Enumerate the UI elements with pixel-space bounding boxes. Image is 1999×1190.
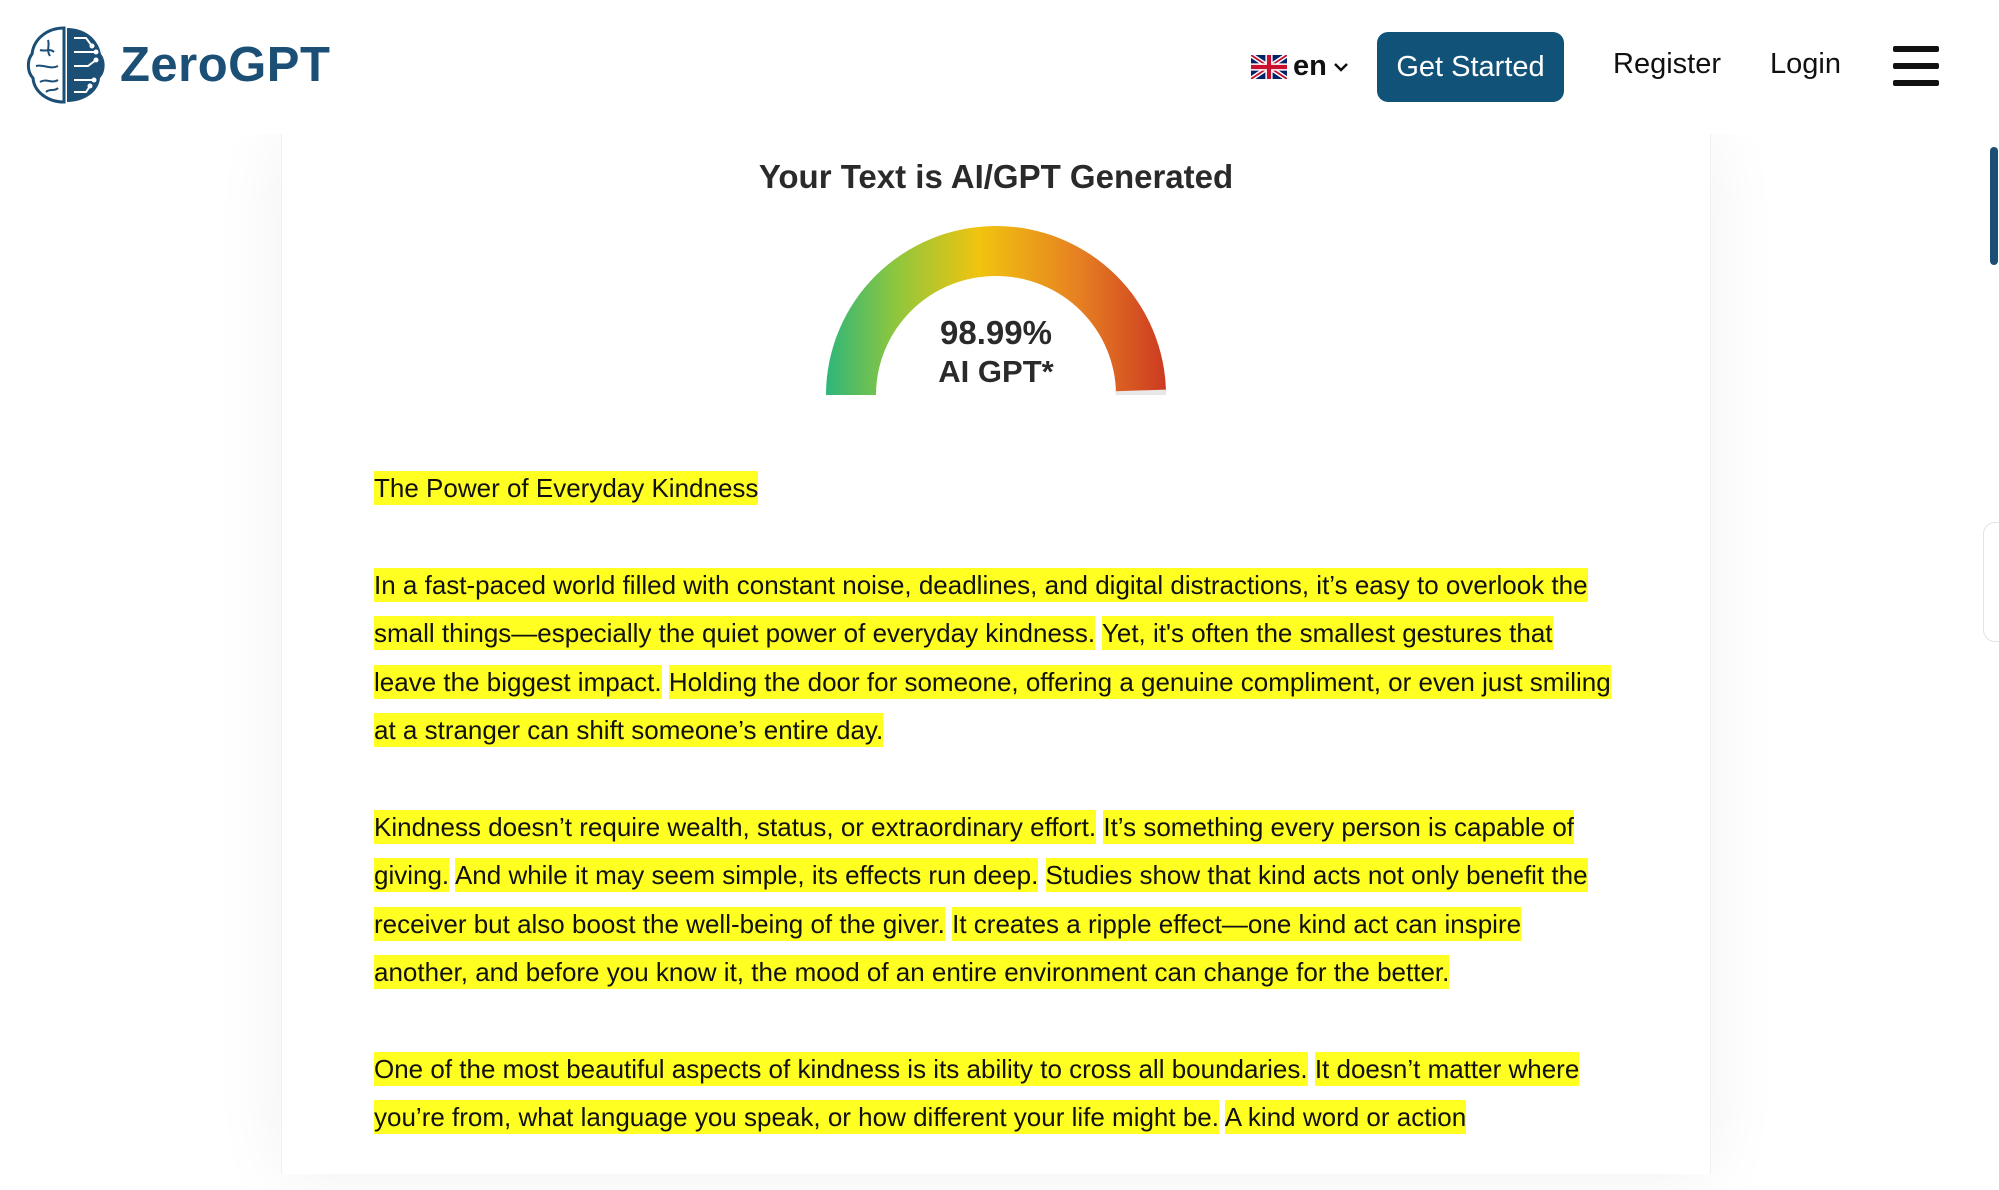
hamburger-menu-icon[interactable] bbox=[1893, 46, 1939, 86]
ai-percentage: 98.99% bbox=[940, 314, 1052, 351]
ai-gpt-label: AI GPT* bbox=[938, 354, 1054, 389]
login-link[interactable]: Login bbox=[1770, 48, 1841, 81]
top-navbar: ZeroGPT en Get Started Register Login bbox=[0, 0, 1999, 134]
uk-flag-icon bbox=[1251, 54, 1287, 79]
logo[interactable]: ZeroGPT bbox=[24, 22, 330, 108]
analyzed-text: The Power of Everyday Kindness In a fast… bbox=[374, 464, 1619, 1190]
result-card: Your Text is AI/GPT Generated 98.99% AI … bbox=[281, 134, 1711, 1174]
chevron-down-icon bbox=[1333, 62, 1348, 72]
text-paragraph: One of the most beautiful aspects of kin… bbox=[374, 1045, 1619, 1142]
text-paragraph: In a fast-paced world filled with consta… bbox=[374, 561, 1619, 755]
side-feedback-tab[interactable] bbox=[1983, 522, 1999, 642]
register-link[interactable]: Register bbox=[1613, 48, 1721, 81]
result-title: Your Text is AI/GPT Generated bbox=[758, 158, 1234, 195]
logo-text: ZeroGPT bbox=[120, 38, 331, 92]
scrollbar-thumb[interactable] bbox=[1990, 147, 1998, 265]
highlighted-sentence: And while it may seem simple, its effect… bbox=[454, 858, 1039, 893]
brain-icon bbox=[26, 26, 105, 104]
language-selector[interactable]: en bbox=[1251, 50, 1349, 83]
get-started-button[interactable]: Get Started bbox=[1377, 32, 1564, 102]
text-paragraph: Kindness doesn’t require wealth, status,… bbox=[374, 803, 1619, 997]
highlighted-sentence: One of the most beautiful aspects of kin… bbox=[374, 1051, 1308, 1086]
highlighted-sentence: A kind word or action bbox=[1224, 1100, 1467, 1135]
language-code: en bbox=[1293, 50, 1327, 82]
highlighted-sentence: Kindness doesn’t require wealth, status,… bbox=[374, 809, 1097, 844]
text-heading: The Power of Everyday Kindness bbox=[374, 464, 1619, 512]
highlighted-sentence: The Power of Everyday Kindness bbox=[374, 471, 759, 505]
